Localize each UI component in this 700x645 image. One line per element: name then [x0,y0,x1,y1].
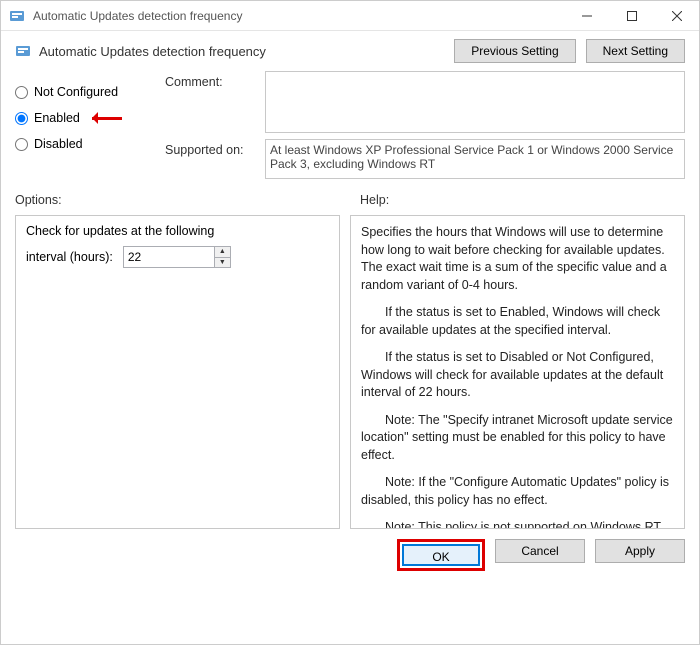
config-area: Not Configured Enabled Disabled Comment:… [1,67,699,183]
comment-label: Comment: [165,71,255,89]
dialog-title: Automatic Updates detection frequency [39,44,454,59]
radio-not-configured-input[interactable] [15,86,28,99]
supported-on-label: Supported on: [165,139,255,157]
help-label: Help: [350,193,685,207]
state-radio-group: Not Configured Enabled Disabled [15,71,155,179]
help-paragraph: If the status is set to Enabled, Windows… [361,304,674,339]
window-controls [564,1,699,31]
minimize-button[interactable] [564,1,609,31]
ok-button[interactable]: OK [402,544,480,566]
maximize-button[interactable] [609,1,654,31]
radio-disabled[interactable]: Disabled [15,131,155,157]
annotation-arrow-icon [86,114,126,122]
panels: Check for updates at the following inter… [1,209,699,529]
help-paragraph: Note: This policy is not supported on Wi… [361,519,674,529]
radio-disabled-label: Disabled [34,137,83,151]
interval-spinner[interactable]: ▲ ▼ [123,246,231,268]
dialog-header: Automatic Updates detection frequency Pr… [1,31,699,67]
spinner-down-icon[interactable]: ▼ [215,257,230,268]
ok-highlight-box: OK [397,539,485,571]
radio-enabled-input[interactable] [15,112,28,125]
help-paragraph: Note: If the "Configure Automatic Update… [361,474,674,509]
supported-on-text [265,139,685,179]
radio-not-configured-label: Not Configured [34,85,118,99]
interval-input[interactable] [124,247,214,267]
next-setting-button[interactable]: Next Setting [586,39,685,63]
help-paragraph: If the status is set to Disabled or Not … [361,349,674,402]
comment-textarea[interactable] [265,71,685,133]
radio-enabled[interactable]: Enabled [15,105,155,131]
radio-not-configured[interactable]: Not Configured [15,79,155,105]
spinner-up-icon[interactable]: ▲ [215,247,230,257]
help-paragraph: Specifies the hours that Windows will us… [361,224,674,294]
cancel-button[interactable]: Cancel [495,539,585,563]
radio-enabled-label: Enabled [34,111,80,125]
radio-disabled-input[interactable] [15,138,28,151]
options-text-line1: Check for updates at the following [26,224,329,238]
interval-label: interval (hours): [26,250,113,264]
policy-icon [15,43,31,59]
titlebar: Automatic Updates detection frequency [1,1,699,31]
help-panel: Specifies the hours that Windows will us… [350,215,685,529]
previous-setting-button[interactable]: Previous Setting [454,39,575,63]
close-button[interactable] [654,1,699,31]
dialog-footer: OK Cancel Apply [1,529,699,581]
section-labels: Options: Help: [1,183,699,209]
options-label: Options: [15,193,350,207]
window-title: Automatic Updates detection frequency [33,9,564,23]
help-paragraph: Note: The "Specify intranet Microsoft up… [361,412,674,465]
app-icon [9,8,25,24]
options-panel: Check for updates at the following inter… [15,215,340,529]
apply-button[interactable]: Apply [595,539,685,563]
